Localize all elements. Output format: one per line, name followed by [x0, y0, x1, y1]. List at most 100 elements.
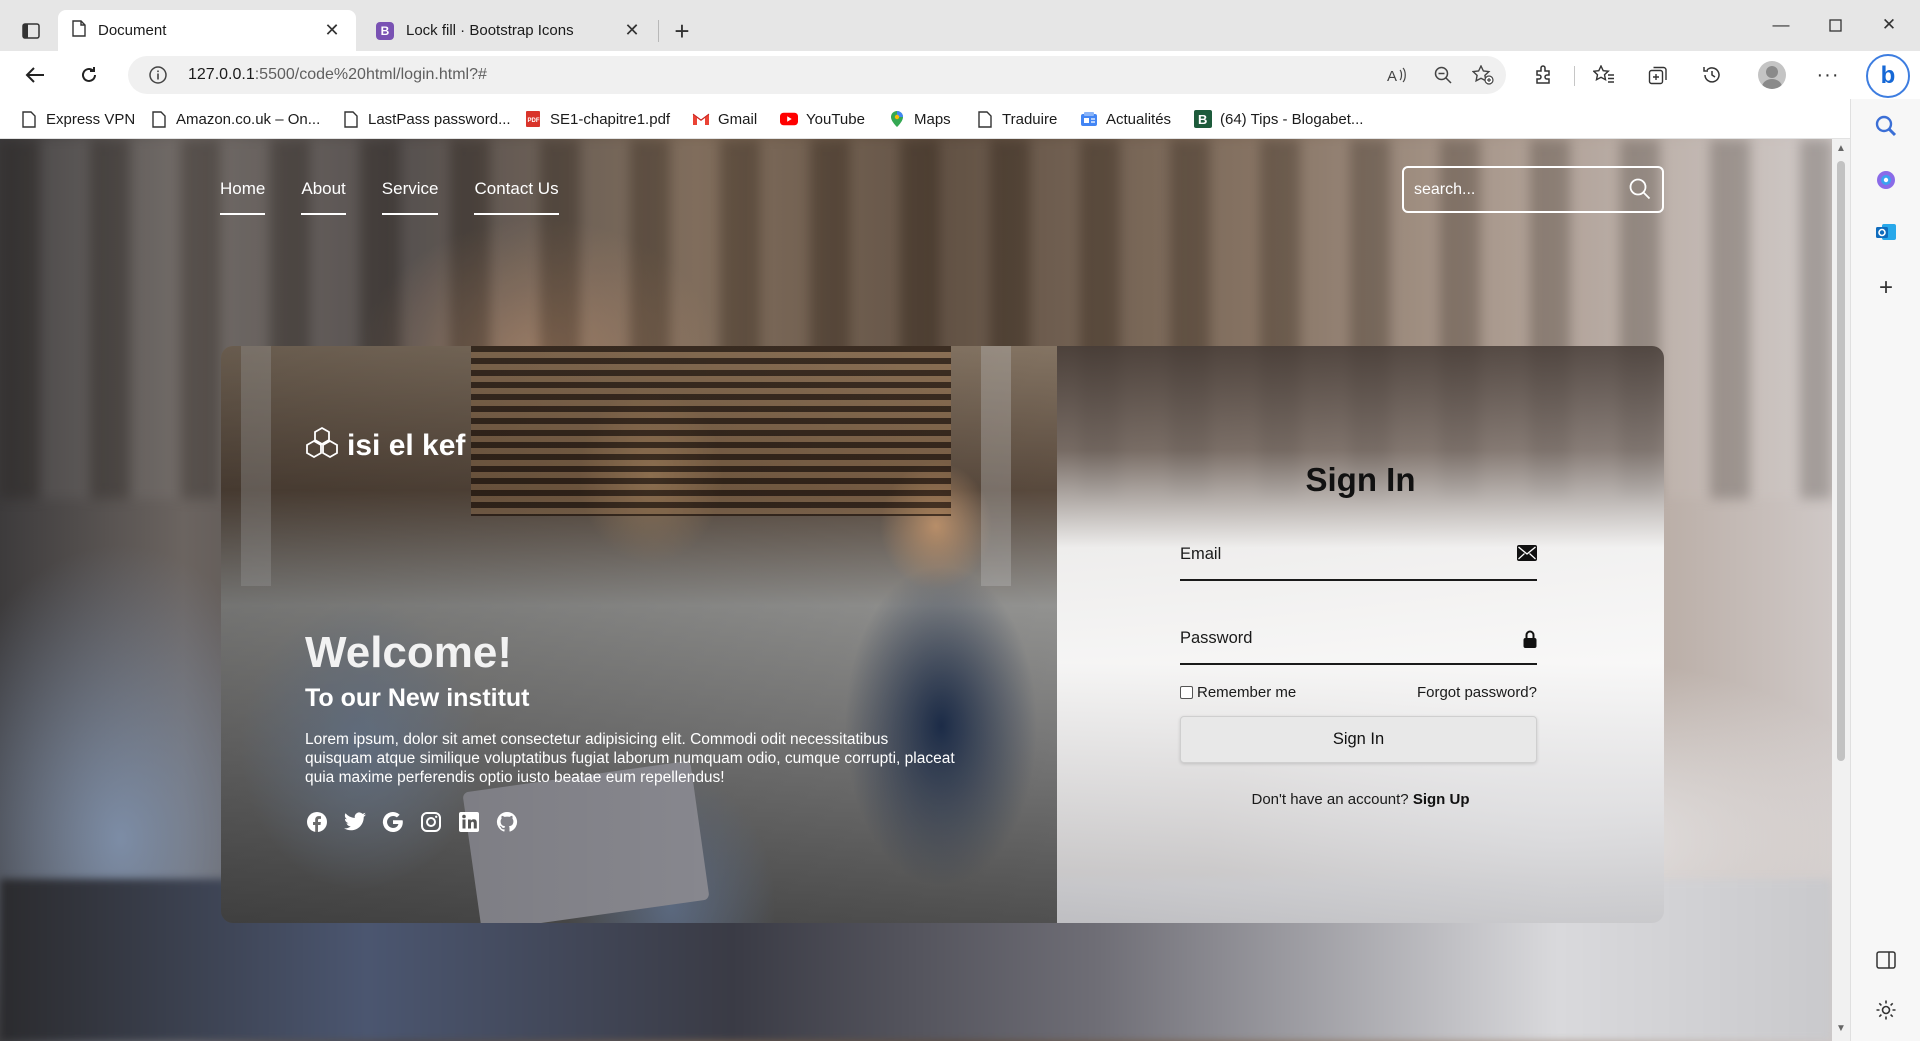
new-tab-icon[interactable]: +	[664, 14, 700, 48]
close-icon[interactable]: ✕	[622, 20, 642, 41]
maximize-icon[interactable]	[1808, 8, 1862, 42]
profile-avatar[interactable]	[1758, 61, 1786, 89]
search-icon[interactable]	[1871, 111, 1901, 141]
password-input[interactable]	[1180, 623, 1500, 661]
login-card: isi el kef Welcome! To our New institut …	[221, 346, 1664, 923]
toolbar-separator	[1574, 66, 1575, 86]
bookmark-youtube[interactable]: YouTube	[780, 107, 865, 131]
copilot-icon[interactable]	[1871, 165, 1901, 195]
search-box	[1402, 166, 1664, 213]
bing-copilot-icon[interactable]: b	[1866, 54, 1910, 98]
remember-me[interactable]: Remember me	[1180, 684, 1296, 701]
email-input[interactable]	[1180, 539, 1500, 577]
scroll-up-icon[interactable]: ▲	[1836, 143, 1846, 154]
remember-checkbox[interactable]	[1180, 686, 1193, 699]
instagram-icon[interactable]	[419, 810, 443, 834]
tab-document[interactable]: Document ✕	[58, 10, 356, 51]
welcome-panel: isi el kef Welcome! To our New institut …	[221, 346, 1057, 923]
bookmark-se1-pdf[interactable]: PDF SE1-chapitre1.pdf	[524, 107, 670, 131]
signin-button[interactable]: Sign In	[1180, 716, 1537, 763]
nav-about[interactable]: About	[301, 179, 346, 215]
add-icon[interactable]: +	[1871, 273, 1901, 303]
no-account-text: Don't have an account?	[1251, 791, 1409, 808]
back-icon[interactable]	[16, 57, 54, 93]
refresh-icon[interactable]	[70, 57, 108, 93]
bookmark-express-vpn[interactable]: Express VPN	[20, 107, 135, 131]
bookmarks-bar: Express VPN Amazon.co.uk – On... LastPas…	[0, 99, 1850, 139]
search-icon[interactable]	[1628, 177, 1652, 206]
twitter-icon[interactable]	[343, 810, 367, 834]
page-icon	[342, 110, 360, 128]
page-icon	[976, 110, 994, 128]
svg-text:A: A	[1387, 68, 1397, 84]
envelope-icon	[1517, 545, 1537, 566]
pdf-icon: PDF	[524, 110, 542, 128]
split-screen-icon[interactable]	[1871, 945, 1901, 975]
github-icon[interactable]	[495, 810, 519, 834]
bookmark-blogabet[interactable]: B (64) Tips - Blogabet...	[1194, 107, 1363, 131]
history-icon[interactable]	[1696, 59, 1728, 91]
brand-name: isi el kef	[347, 429, 466, 462]
welcome-subtitle: To our New institut	[305, 684, 530, 712]
settings-gear-icon[interactable]	[1871, 995, 1901, 1025]
collections-icon[interactable]	[1642, 59, 1674, 91]
brand-logo: isi el kef	[305, 426, 465, 466]
linkedin-icon[interactable]	[457, 810, 481, 834]
url-host: 127.0.0.1	[188, 66, 255, 83]
forgot-password-link[interactable]: Forgot password?	[1413, 684, 1537, 701]
page-viewport: Home About Service Contact Us isi el kef…	[0, 139, 1832, 1041]
nav-contact-us[interactable]: Contact Us	[474, 179, 559, 215]
tab-title: Document	[98, 22, 167, 39]
more-options-icon[interactable]: ···	[1812, 59, 1844, 91]
outlook-icon[interactable]	[1871, 217, 1901, 247]
close-icon[interactable]: ✕	[322, 20, 342, 41]
url-text[interactable]: 127.0.0.1:5500/code%20html/login.html?#	[188, 66, 487, 84]
google-icon[interactable]	[381, 810, 405, 834]
scroll-thumb[interactable]	[1837, 161, 1845, 761]
remember-label: Remember me	[1197, 684, 1297, 701]
bookmark-label: Actualités	[1106, 110, 1172, 128]
bookmark-label: Maps	[914, 110, 951, 128]
facebook-icon[interactable]	[305, 810, 329, 834]
nav-home[interactable]: Home	[220, 179, 266, 215]
favorites-icon[interactable]	[1588, 59, 1620, 91]
search-input[interactable]	[1414, 178, 1614, 202]
bookmark-label: (64) Tips - Blogabet...	[1220, 110, 1364, 128]
bookmark-maps[interactable]: Maps	[888, 107, 951, 131]
address-bar[interactable]: 127.0.0.1:5500/code%20html/login.html?# …	[128, 56, 1506, 94]
svg-text:PDF: PDF	[528, 118, 540, 124]
signup-line: Don't have an account? Sign Up	[1057, 791, 1664, 808]
bookmark-gmail[interactable]: Gmail	[692, 107, 757, 131]
bookmark-label: YouTube	[806, 110, 865, 128]
site-info-icon[interactable]	[148, 65, 168, 90]
page-scrollbar[interactable]: ▲ ▼	[1832, 139, 1850, 1041]
close-window-icon[interactable]: ✕	[1862, 8, 1916, 42]
read-aloud-icon[interactable]: A	[1386, 65, 1408, 85]
scroll-down-icon[interactable]: ▼	[1836, 1023, 1846, 1034]
welcome-heading: Welcome!	[305, 628, 513, 677]
signup-link[interactable]: Sign Up	[1413, 791, 1470, 808]
bookmark-label: SE1-chapitre1.pdf	[550, 110, 671, 128]
email-field: Email	[1180, 539, 1537, 581]
zoom-out-icon[interactable]	[1432, 65, 1454, 85]
minimize-icon[interactable]: —	[1754, 8, 1808, 42]
news-icon	[1080, 110, 1098, 128]
signin-heading: Sign In	[1305, 461, 1416, 498]
bookmark-label: Traduire	[1002, 110, 1058, 128]
add-favorite-icon[interactable]	[1472, 65, 1494, 85]
url-path: :5500/code%20html/login.html?#	[254, 66, 487, 83]
bookmark-actualites[interactable]: Actualités	[1080, 107, 1171, 131]
youtube-icon	[780, 110, 798, 128]
social-links	[305, 810, 519, 834]
tab-lock-fill[interactable]: B Lock fill · Bootstrap Icons ✕	[362, 10, 656, 51]
bookmark-traduire[interactable]: Traduire	[976, 107, 1057, 131]
toolbar: 127.0.0.1:5500/code%20html/login.html?# …	[0, 51, 1920, 99]
tab-separator	[658, 20, 659, 42]
bookmark-lastpass[interactable]: LastPass password...	[342, 107, 511, 131]
extensions-icon[interactable]	[1527, 59, 1559, 91]
page-icon	[150, 110, 168, 128]
bookmark-amazon[interactable]: Amazon.co.uk – On...	[150, 107, 320, 131]
main-nav: Home About Service Contact Us	[220, 179, 559, 215]
tab-actions-icon[interactable]	[14, 14, 48, 48]
nav-service[interactable]: Service	[381, 179, 439, 215]
